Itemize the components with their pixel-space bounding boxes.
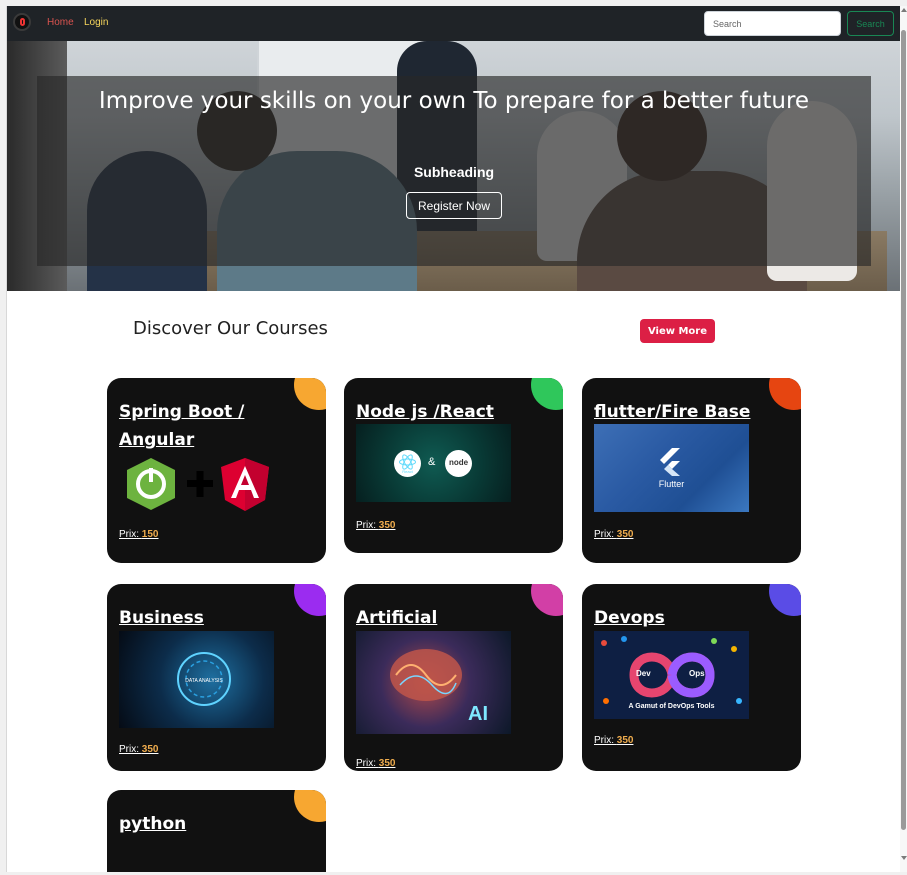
svg-text:React: React xyxy=(402,469,413,474)
hero-subheading: Subheading xyxy=(413,164,495,180)
course-price: Prix: 350 xyxy=(594,529,634,540)
course-card[interactable]: python xyxy=(107,790,326,872)
site-logo[interactable] xyxy=(13,13,31,31)
flutter-caption: Flutter xyxy=(658,479,685,489)
course-card[interactable]: Artificial intellegence AI Prix: 350 xyxy=(344,584,563,771)
spring-boot-icon xyxy=(127,458,175,510)
devops-image: Dev Ops A Gamut of DevOps Tools xyxy=(594,631,749,719)
register-now-button[interactable]: Register Now xyxy=(406,192,502,219)
data-analysis-icon: DATA ANALYSIS xyxy=(177,652,231,706)
scroll-up-icon[interactable] xyxy=(901,8,907,12)
course-card[interactable]: Node js /React React & node Prix: 350 xyxy=(344,378,563,553)
course-card[interactable]: Spring Boot / Angular Prix: 150 xyxy=(107,378,326,563)
course-price: Prix: 350 xyxy=(594,735,634,746)
flutter-image: Flutter xyxy=(594,424,749,512)
node-icon: node xyxy=(445,450,472,477)
ai-label: AI xyxy=(468,703,488,725)
devops-caption: A Gamut of DevOps Tools xyxy=(628,703,715,710)
course-card[interactable]: Devops Dev Ops A Gamut of DevOps Tools P… xyxy=(582,584,801,771)
course-price: Prix: 350 xyxy=(356,758,396,769)
node-react-image: React & node xyxy=(356,424,511,502)
react-icon: React xyxy=(394,450,421,477)
navbar: Home Login Search xyxy=(7,6,901,41)
ampersand-text: & xyxy=(428,456,436,468)
hero-title: Improve your skills on your own To prepa… xyxy=(98,88,810,114)
brain-icon xyxy=(390,649,462,701)
course-title[interactable]: python xyxy=(119,810,315,838)
course-title[interactable]: Spring Boot / Angular xyxy=(119,398,315,454)
business-intelligence-image: DATA ANALYSIS xyxy=(119,631,274,728)
scrollbar-thumb[interactable] xyxy=(901,30,906,830)
vertical-scrollbar[interactable] xyxy=(900,6,907,872)
search-input[interactable] xyxy=(704,11,841,36)
devops-dev-label: Dev xyxy=(636,669,651,678)
course-title[interactable]: Node js /React xyxy=(356,398,552,426)
course-card[interactable]: flutter/Fire Base Flutter Prix: 350 xyxy=(582,378,801,563)
search-button[interactable]: Search xyxy=(847,11,894,36)
course-price: Prix: 150 xyxy=(119,529,159,540)
view-more-button[interactable]: View More xyxy=(640,319,715,343)
scroll-down-icon[interactable] xyxy=(901,856,907,860)
ai-image: AI xyxy=(356,631,511,734)
nav-home-link[interactable]: Home xyxy=(47,17,74,28)
devops-ops-label: Ops xyxy=(689,669,705,678)
nav-login-link[interactable]: Login xyxy=(84,17,108,28)
courses-heading: Discover Our Courses xyxy=(133,318,328,339)
course-title[interactable]: Devops xyxy=(594,604,790,632)
spring-angular-logos xyxy=(127,458,269,511)
svg-text:DATA ANALYSIS: DATA ANALYSIS xyxy=(185,678,223,684)
hero-banner: Improve your skills on your own To prepa… xyxy=(7,41,901,291)
course-price: Prix: 350 xyxy=(356,520,396,531)
course-price: Prix: 350 xyxy=(119,744,159,755)
course-card[interactable]: Business intellegence DATA ANALYSIS Prix… xyxy=(107,584,326,771)
course-title[interactable]: flutter/Fire Base xyxy=(594,398,790,426)
flutter-icon xyxy=(660,448,680,476)
browser-page: Home Login Search Improve your skills on… xyxy=(6,6,901,872)
